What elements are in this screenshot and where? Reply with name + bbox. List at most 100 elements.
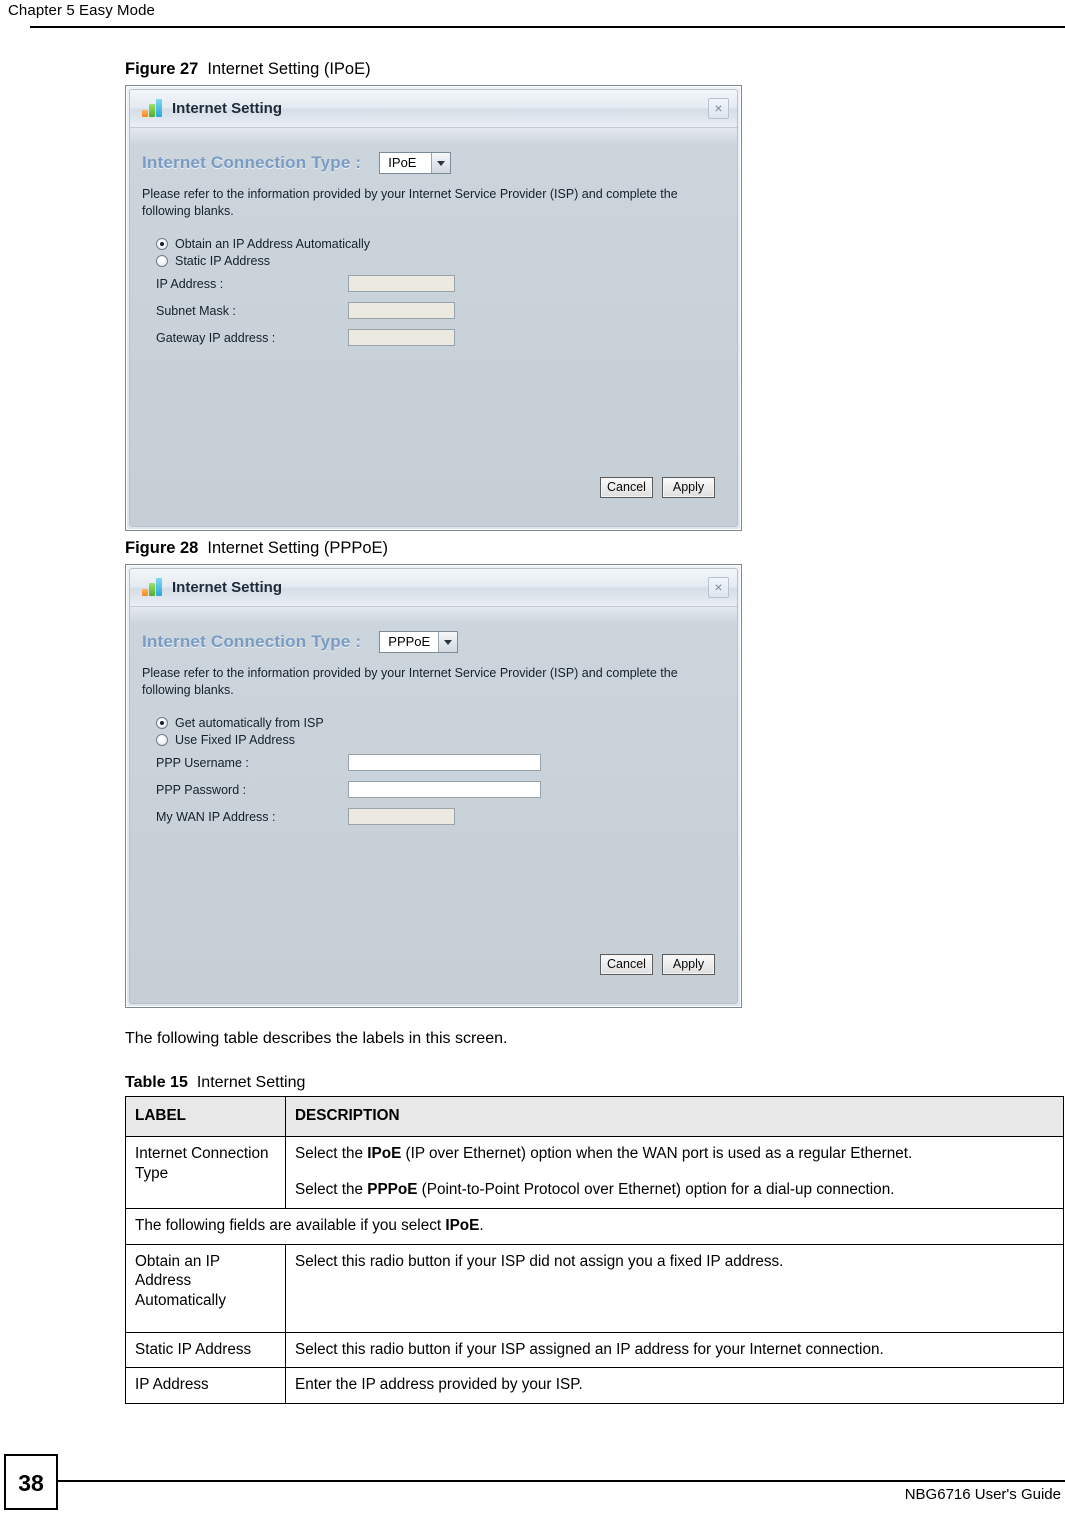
field-label: Subnet Mask : (156, 303, 236, 318)
footer-divider (56, 1480, 1065, 1482)
field-label: PPP Password : (156, 782, 247, 797)
radio-icon[interactable] (156, 255, 168, 267)
term-ipoe: IPoE (445, 1216, 480, 1234)
table-caption: Table 15 Internet Setting (125, 1074, 1065, 1092)
ppp-password-input[interactable] (348, 781, 541, 798)
page-header: Chapter 5 Easy Mode (0, 0, 1065, 30)
radio-option[interactable]: Obtain an IP Address Automatically (156, 237, 737, 251)
row-description: Enter the IP address provided by your IS… (285, 1367, 1064, 1405)
cancel-button[interactable]: Cancel (600, 953, 653, 975)
table-header-row: LABEL DESCRIPTION (125, 1096, 1064, 1137)
dialog-spacer (130, 829, 737, 949)
row-label: IP Address (125, 1367, 286, 1405)
term-pppoe: PPPoE (367, 1180, 418, 1198)
dialog-buttons: Cancel Apply (130, 949, 737, 979)
dialog-footer-space (130, 502, 737, 526)
radio-option[interactable]: Static IP Address (156, 254, 737, 268)
dialog-subbar (130, 128, 737, 146)
form-field-row: Subnet Mask : (156, 298, 737, 323)
bar-chart-icon (142, 98, 164, 119)
row-label: Internet Connection Type (125, 1135, 286, 1209)
dialog-body: Internet Connection Type : PPPoE Please … (130, 607, 737, 1003)
close-icon[interactable]: × (708, 577, 729, 598)
dialog-spacer (130, 350, 737, 472)
dialog-inner: Internet Setting × Internet Connection T… (129, 568, 738, 1004)
row-description: Select the IPoE (IP over Ethernet) optio… (285, 1135, 1064, 1209)
dialog-form: Get automatically from ISP Use Fixed IP … (130, 698, 737, 829)
radio-label: Static IP Address (175, 254, 270, 268)
form-field-row: PPP Password : (156, 777, 737, 802)
bar-chart-icon (142, 577, 164, 598)
connection-type-value: IPoE (388, 155, 417, 170)
figure-title: Internet Setting (IPoE) (207, 60, 371, 78)
connection-type-value: PPPoE (388, 634, 431, 649)
table-row: IP Address Enter the IP address provided… (125, 1367, 1064, 1405)
row-description: Select this radio button if your ISP ass… (285, 1331, 1064, 1369)
dialog-titlebar: Internet Setting × (130, 90, 737, 128)
table-row: Static IP Address Select this radio butt… (125, 1331, 1064, 1369)
dialog-footer-space (130, 979, 737, 1003)
subnet-mask-input[interactable] (348, 302, 455, 319)
connection-type-row: Internet Connection Type : IPoE (130, 146, 737, 182)
figure-number: Figure 27 (125, 60, 199, 78)
chapter-title: Chapter 5 Easy Mode (8, 2, 155, 19)
apply-button[interactable]: Apply (662, 476, 715, 498)
field-label: Gateway IP address : (156, 330, 276, 345)
guide-name: NBG6716 User's Guide (904, 1486, 1061, 1503)
description-paragraph: Select the IPoE (IP over Ethernet) optio… (295, 1144, 913, 1162)
dialog-note: Please refer to the information provided… (142, 666, 678, 697)
connection-type-select[interactable]: IPoE (379, 152, 452, 174)
radio-icon[interactable] (156, 717, 168, 729)
radio-option[interactable]: Use Fixed IP Address (156, 733, 737, 747)
figure-caption-28: Figure 28 Internet Setting (PPPoE) (125, 539, 1065, 558)
ppp-username-input[interactable] (348, 754, 541, 771)
table-row-span: The following fields are available if yo… (125, 1207, 1064, 1245)
term-ipoe: IPoE (367, 1144, 402, 1162)
row-span-text: The following fields are available if yo… (125, 1207, 1064, 1245)
apply-button[interactable]: Apply (662, 953, 715, 975)
close-icon[interactable]: × (708, 98, 729, 119)
figure-number: Figure 28 (125, 539, 199, 557)
form-field-row: IP Address : (156, 271, 737, 296)
ip-address-input[interactable] (348, 275, 455, 292)
connection-type-select[interactable]: PPPoE (379, 631, 459, 653)
radio-label: Use Fixed IP Address (175, 733, 295, 747)
row-label: Static IP Address (125, 1331, 286, 1369)
row-description: Select this radio button if your ISP did… (285, 1243, 1064, 1333)
radio-option[interactable]: Get automatically from ISP (156, 716, 737, 730)
table-number: Table 15 (125, 1074, 188, 1091)
connection-type-label: Internet Connection Type : (142, 632, 362, 651)
dialog-titlebar: Internet Setting × (130, 569, 737, 607)
description-paragraph: Select the PPPoE (Point-to-Point Protoco… (295, 1180, 895, 1198)
table-row: Obtain an IP Address Automatically Selec… (125, 1243, 1064, 1333)
form-field-row: My WAN IP Address : (156, 804, 737, 829)
dialog-inner: Internet Setting × Internet Connection T… (129, 89, 738, 527)
connection-type-row: Internet Connection Type : PPPoE (130, 625, 737, 661)
radio-label: Get automatically from ISP (175, 716, 324, 730)
dialog-form: Obtain an IP Address Automatically Stati… (130, 219, 737, 350)
radio-icon[interactable] (156, 238, 168, 250)
connection-type-label: Internet Connection Type : (142, 153, 362, 172)
column-header-label: LABEL (125, 1096, 286, 1137)
chevron-down-icon (431, 153, 451, 173)
my-wan-ip-address-input[interactable] (348, 808, 455, 825)
row-label: Obtain an IP Address Automatically (125, 1243, 286, 1333)
page-number: 38 (4, 1454, 58, 1510)
radio-icon[interactable] (156, 734, 168, 746)
gateway-ip-address-input[interactable] (348, 329, 455, 346)
internet-setting-dialog-ipoe: Internet Setting × Internet Connection T… (125, 85, 742, 531)
cancel-button[interactable]: Cancel (600, 476, 653, 498)
dialog-note: Please refer to the information provided… (142, 187, 678, 218)
table-row: Internet Connection Type Select the IPoE… (125, 1135, 1064, 1209)
figure-caption-27: Figure 27 Internet Setting (IPoE) (125, 60, 1065, 79)
internet-setting-dialog-pppoe: Internet Setting × Internet Connection T… (125, 564, 742, 1008)
field-label: PPP Username : (156, 755, 249, 770)
figure-title: Internet Setting (PPPoE) (207, 539, 389, 557)
radio-label: Obtain an IP Address Automatically (175, 237, 371, 251)
chevron-down-icon (438, 632, 458, 652)
header-divider (30, 26, 1065, 28)
field-label: My WAN IP Address : (156, 809, 276, 824)
form-field-row: PPP Username : (156, 750, 737, 775)
table-title: Internet Setting (196, 1074, 306, 1091)
intro-paragraph: The following table describes the labels… (125, 1030, 508, 1047)
